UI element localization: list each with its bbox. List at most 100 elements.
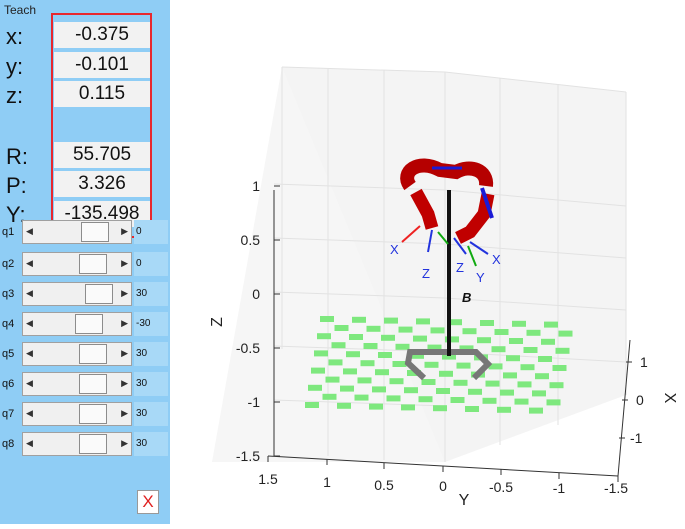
- floor-tile: [305, 402, 319, 408]
- joint-slider[interactable]: ◀ ▶: [22, 402, 132, 426]
- slider-left-arrow-icon[interactable]: ◀: [26, 408, 33, 419]
- pose-roll-value: 55.705: [54, 142, 150, 168]
- floor-tile: [337, 402, 351, 409]
- slider-thumb[interactable]: [79, 344, 107, 364]
- floor-tile: [392, 361, 407, 367]
- floor-tile: [378, 352, 392, 358]
- floor-tile: [523, 347, 538, 353]
- floor-tile: [360, 360, 375, 367]
- slider-left-arrow-icon[interactable]: ◀: [26, 348, 33, 359]
- floor-tile: [372, 386, 386, 393]
- floor-tile: [395, 343, 410, 350]
- floor-tile: [381, 334, 395, 341]
- floor-tile: [328, 359, 343, 366]
- slider-right-arrow-icon[interactable]: ▶: [121, 348, 128, 359]
- joint-slider[interactable]: ◀ ▶: [22, 432, 132, 456]
- teach-panel: Teach x: -0.375 y: -0.101 z: 0.115 R: 55…: [0, 0, 170, 524]
- slider-right-arrow-icon[interactable]: ▶: [121, 378, 128, 389]
- slider-right-arrow-icon[interactable]: ▶: [121, 438, 128, 449]
- pose-z-value: 0.115: [54, 81, 150, 107]
- close-button[interactable]: X: [137, 490, 159, 514]
- z-tick-label: 1: [252, 178, 260, 194]
- floor-tile: [462, 328, 477, 335]
- floor-tile: [349, 334, 363, 340]
- floor-tile: [491, 346, 506, 353]
- z-tick-label: 0.5: [241, 232, 261, 248]
- y-tick-label: 1: [323, 474, 331, 490]
- floor-tile: [494, 329, 509, 335]
- floor-tile: [500, 389, 514, 396]
- slider-right-arrow-icon[interactable]: ▶: [121, 288, 128, 299]
- floor-tile: [544, 321, 558, 328]
- plot-canvas[interactable]: 1 0.5 0 -0.5 -1 -1.5 1.5 1 0.5 0 -0.5 -1…: [170, 0, 685, 524]
- joint-slider[interactable]: ◀ ▶: [22, 282, 132, 306]
- floor-tile: [430, 327, 445, 334]
- slider-left-arrow-icon[interactable]: ◀: [26, 258, 33, 269]
- floor-tile: [514, 398, 529, 405]
- joint-value-field[interactable]: 30: [134, 402, 168, 426]
- panel-title: Teach: [4, 3, 37, 17]
- slider-left-arrow-icon[interactable]: ◀: [26, 378, 33, 389]
- floor-tile: [308, 384, 322, 391]
- floor-tile: [325, 376, 340, 383]
- z-tick-label: -1.5: [236, 448, 260, 464]
- joint-slider[interactable]: ◀ ▶: [22, 220, 132, 244]
- floor-tile: [340, 385, 354, 392]
- slider-thumb[interactable]: [79, 254, 107, 274]
- slider-thumb[interactable]: [85, 284, 113, 304]
- slider-right-arrow-icon[interactable]: ▶: [121, 258, 128, 269]
- joint-slider[interactable]: ◀ ▶: [22, 372, 132, 396]
- x-axis-label: X: [661, 393, 678, 404]
- slider-left-arrow-icon[interactable]: ◀: [26, 288, 33, 299]
- floor-tile: [386, 395, 401, 402]
- pose-y-value: -0.101: [54, 52, 150, 78]
- slider-left-arrow-icon[interactable]: ◀: [26, 438, 33, 449]
- floor-tile: [413, 335, 427, 342]
- joint-value-field[interactable]: 30: [134, 282, 168, 306]
- joint-slider[interactable]: ◀ ▶: [22, 252, 132, 276]
- slider-right-arrow-icon[interactable]: ▶: [121, 408, 128, 419]
- floor-tile: [416, 318, 430, 325]
- floor-tile: [468, 388, 482, 395]
- floor-tile: [320, 316, 334, 322]
- joint-slider[interactable]: ◀ ▶: [22, 312, 132, 336]
- floor-tile: [549, 382, 564, 389]
- slider-thumb[interactable]: [79, 404, 107, 424]
- joint-value-field[interactable]: -30: [134, 312, 168, 336]
- slider-left-arrow-icon[interactable]: ◀: [26, 318, 33, 329]
- floor-tile: [401, 404, 415, 411]
- floor-tile: [555, 347, 570, 354]
- slider-thumb[interactable]: [75, 314, 103, 334]
- y-tick-label: -0.5: [489, 479, 513, 495]
- z-axis-label: Z: [209, 317, 226, 327]
- pose-y-label: y:: [6, 54, 24, 79]
- slider-thumb[interactable]: [79, 434, 107, 454]
- slider-thumb[interactable]: [81, 222, 109, 242]
- y-tick-label: 1.5: [258, 471, 278, 487]
- joint-value-field[interactable]: 30: [134, 342, 168, 366]
- floor-tile: [482, 397, 497, 404]
- floor-tile: [375, 369, 389, 376]
- floor-tile: [520, 364, 535, 371]
- floor-tile: [541, 338, 555, 345]
- slider-right-arrow-icon[interactable]: ▶: [121, 226, 128, 237]
- slider-left-arrow-icon[interactable]: ◀: [26, 226, 33, 237]
- floor-tile: [497, 406, 511, 413]
- y-axis-label: Y: [459, 492, 470, 509]
- joint-value-field[interactable]: 0: [134, 252, 168, 276]
- joint-value-field[interactable]: 30: [134, 432, 168, 456]
- floor-tile: [512, 320, 526, 327]
- floor-tile: [535, 373, 549, 380]
- floor-tile: [366, 325, 381, 332]
- slider-right-arrow-icon[interactable]: ▶: [121, 318, 128, 329]
- joint-value-field[interactable]: 30: [134, 372, 168, 396]
- joint-label: q7: [2, 408, 15, 420]
- floor-tile: [506, 355, 520, 362]
- joint-slider[interactable]: ◀ ▶: [22, 342, 132, 366]
- robot-3d-plot[interactable]: 1 0.5 0 -0.5 -1 -1.5 1.5 1 0.5 0 -0.5 -1…: [170, 0, 685, 524]
- z-tick-label: -1: [248, 394, 261, 410]
- floor-tile: [439, 370, 453, 377]
- y-tick-label: -1: [553, 480, 566, 496]
- joint-value-field[interactable]: 0: [134, 220, 168, 244]
- slider-thumb[interactable]: [79, 374, 107, 394]
